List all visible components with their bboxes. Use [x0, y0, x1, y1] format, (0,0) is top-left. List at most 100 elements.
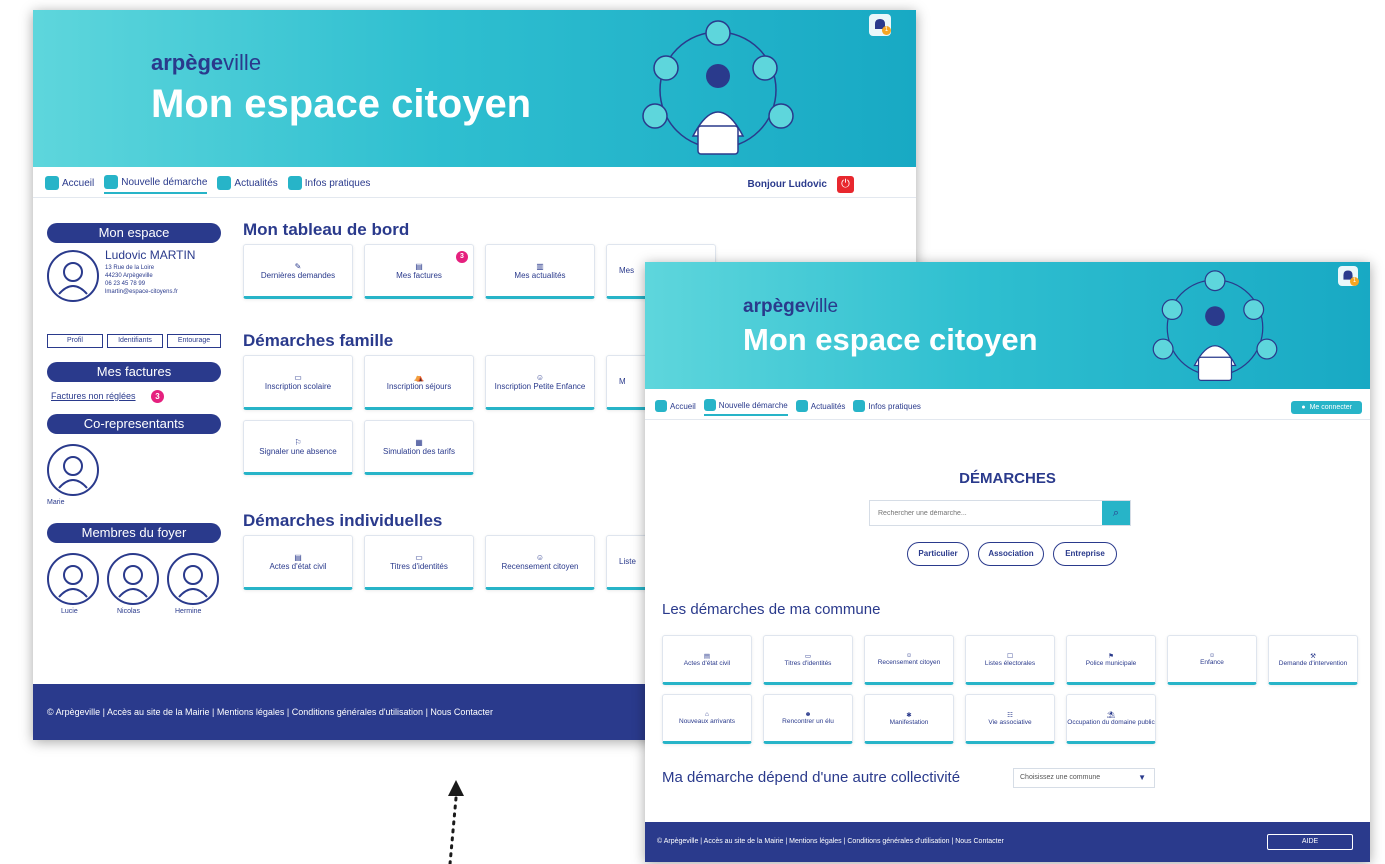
tile-civil-records-2[interactable]: ▤ Actes d'état civil [662, 635, 752, 685]
school-icon: ▭ [294, 372, 302, 382]
tile-intervention-request[interactable]: ⚒ Demande d'intervention [1268, 635, 1358, 685]
greeting: Bonjour Ludovic [747, 179, 827, 190]
info-icon [287, 176, 302, 190]
entourage-button[interactable]: Entourage [167, 334, 221, 348]
tile-census[interactable]: ☺ Recensement citoyen [485, 535, 595, 590]
brand-logo-2: arpègeville [743, 296, 839, 317]
search-bar: ⌕ [869, 500, 1131, 526]
child-icon: ☺ [1208, 652, 1216, 659]
home-icon [655, 400, 667, 412]
tile-municipal-police[interactable]: ⚑ Police municipale [1066, 635, 1156, 685]
profile-button[interactable]: Profil [47, 334, 103, 348]
news-icon [217, 176, 232, 190]
login-button[interactable]: ● Me connecter [1291, 401, 1362, 414]
household-avatar-3[interactable] [167, 553, 219, 605]
stay-icon: ⛺ [414, 372, 424, 382]
notification-bell-icon[interactable]: 1 [869, 14, 891, 36]
nav-info[interactable]: Infos pratiques [287, 176, 370, 193]
person-icon: ☻ [804, 711, 812, 718]
invoices-header: Mes factures [47, 362, 221, 382]
hero-banner: arpègeville Mon espace citoyen 1 [33, 10, 916, 167]
citizen-illustration-2 [1152, 270, 1278, 381]
filter-company[interactable]: Entreprise [1053, 542, 1117, 566]
corep-avatar[interactable] [47, 444, 99, 496]
police-icon: ⚑ [1108, 652, 1114, 660]
household-avatar-1[interactable] [47, 553, 99, 605]
tile-stay-registration[interactable]: ⛺ Inscription séjours [364, 355, 474, 410]
filter-individual[interactable]: Particulier [907, 542, 969, 566]
tile-public-domain[interactable]: ⛱ Occupation du domaine public [1066, 694, 1156, 744]
home-icon [45, 176, 59, 190]
hero-banner-2: arpègeville Mon espace citoyen 1 [645, 262, 1370, 389]
unpaid-invoices-link[interactable]: Factures non réglées [51, 391, 136, 401]
news-icon [795, 400, 808, 412]
edit-icon: ✎ [294, 261, 302, 271]
tile-early-childhood[interactable]: ☺ Inscription Petite Enfance [485, 355, 595, 410]
main-nav: Accueil Nouvelle démarche Actualités Inf… [33, 172, 916, 198]
tile-identity-titles[interactable]: ▭ Titres d'identités [364, 535, 474, 590]
main-nav-2: Accueil Nouvelle démarche Actualités Inf… [645, 396, 1370, 420]
people-icon: ☺ [905, 652, 913, 659]
nav-info-2[interactable]: Infos pratiques [853, 400, 921, 415]
tile-event[interactable]: ✱ Manifestation [864, 694, 954, 744]
filter-association[interactable]: Association [978, 542, 1044, 566]
chevron-down-icon: ▼ [1138, 773, 1146, 782]
event-icon: ✱ [906, 711, 912, 719]
citizen-illustration [642, 20, 794, 155]
household-avatar-2[interactable] [107, 553, 159, 605]
tile-last-requests[interactable]: ✎ Dernières demandes [243, 244, 353, 299]
tile-school-registration[interactable]: ▭ Inscription scolaire [243, 355, 353, 410]
user-name: Ludovic MARTIN [105, 248, 196, 262]
tile-childhood[interactable]: ☺ Enfance [1167, 635, 1257, 685]
nav-home[interactable]: Accueil [45, 176, 94, 193]
calculator-icon: ▦ [415, 437, 423, 447]
certificate-icon: ▤ [294, 552, 302, 562]
tile-associations[interactable]: ☷ Vie associative [965, 694, 1055, 744]
credentials-button[interactable]: Identifiants [107, 334, 163, 348]
help-button[interactable]: AIDE [1267, 834, 1353, 850]
tile-census-2[interactable]: ☺ Recensement citoyen [864, 635, 954, 685]
hero-title-2: Mon espace citoyen [743, 322, 1038, 357]
arrival-icon: ⌂ [705, 711, 709, 718]
tile-report-absence[interactable]: ⚐ Signaler une absence [243, 420, 353, 475]
nav-home-2[interactable]: Accueil [655, 400, 696, 415]
footer-2: © Arpègeville | Accès au site de la Mair… [645, 822, 1370, 862]
footer-links[interactable]: © Arpègeville | Accès au site de la Mair… [657, 838, 1004, 845]
tile-my-news[interactable]: ▥ Mes actualités [485, 244, 595, 299]
market-icon: ⛱ [1106, 711, 1116, 719]
nav-news-2[interactable]: Actualités [795, 400, 845, 415]
commune-select[interactable]: Choisissez une commune ▼ [1013, 768, 1155, 788]
nav-new-request-2[interactable]: Nouvelle démarche [703, 399, 788, 416]
ballot-icon: ☐ [1007, 652, 1013, 660]
search-input[interactable] [870, 501, 1102, 525]
procedures-window: arpègeville Mon espace citoyen 1 Accueil… [645, 262, 1370, 862]
search-icon[interactable]: ⌕ [1102, 501, 1130, 525]
nav-new-request[interactable]: Nouvelle démarche [104, 175, 208, 194]
tile-civil-records[interactable]: ▤ Actes d'état civil [243, 535, 353, 590]
tile-identity-titles-2[interactable]: ▭ Titres d'identités [763, 635, 853, 685]
people-icon: ☺ [535, 552, 545, 562]
user-address-2: 44230 Arpègeville [105, 273, 153, 279]
newspaper-icon: ▥ [536, 261, 544, 271]
invoices-badge: 3 [456, 251, 468, 263]
tile-newcomers[interactable]: ⌂ Nouveaux arrivants [662, 694, 752, 744]
id-card-icon: ▭ [415, 552, 423, 562]
dashboard-title: Mon tableau de bord [243, 220, 410, 239]
unpaid-count-badge: 3 [151, 390, 164, 403]
notification-bell-icon-2[interactable]: 1 [1338, 266, 1359, 286]
id-card-icon: ▭ [804, 652, 812, 660]
commune-select-value: Choisissez une commune [1020, 774, 1101, 781]
nav-news[interactable]: Actualités [217, 176, 278, 193]
commune-procedures-title: Les démarches de ma commune [662, 601, 881, 618]
tile-rate-simulation[interactable]: ▦ Simulation des tarifs [364, 420, 474, 475]
procedures-title: DÉMARCHES [959, 470, 1056, 487]
notification-count: 1 [882, 26, 891, 35]
group-icon: ☷ [1007, 711, 1013, 719]
tools-icon: ⚒ [1310, 652, 1316, 660]
user-avatar [47, 250, 99, 302]
info-icon [853, 400, 866, 412]
tile-electoral-lists[interactable]: ☐ Listes électorales [965, 635, 1055, 685]
logout-power-icon[interactable]: ⏻ [837, 176, 854, 193]
tile-meet-official[interactable]: ☻ Rencontrer un élu [763, 694, 853, 744]
certificate-icon: ▤ [703, 652, 711, 660]
